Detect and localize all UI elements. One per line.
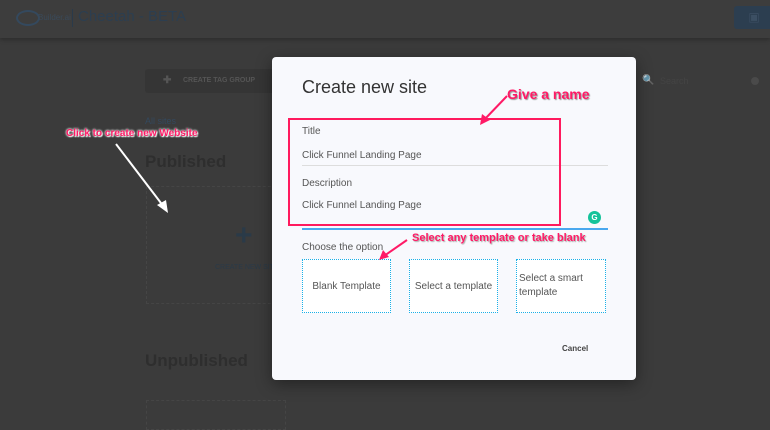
arrow-create <box>115 143 168 213</box>
arrow-name <box>480 95 508 125</box>
annotation-arrows <box>115 95 508 260</box>
arrow-template <box>379 239 408 260</box>
